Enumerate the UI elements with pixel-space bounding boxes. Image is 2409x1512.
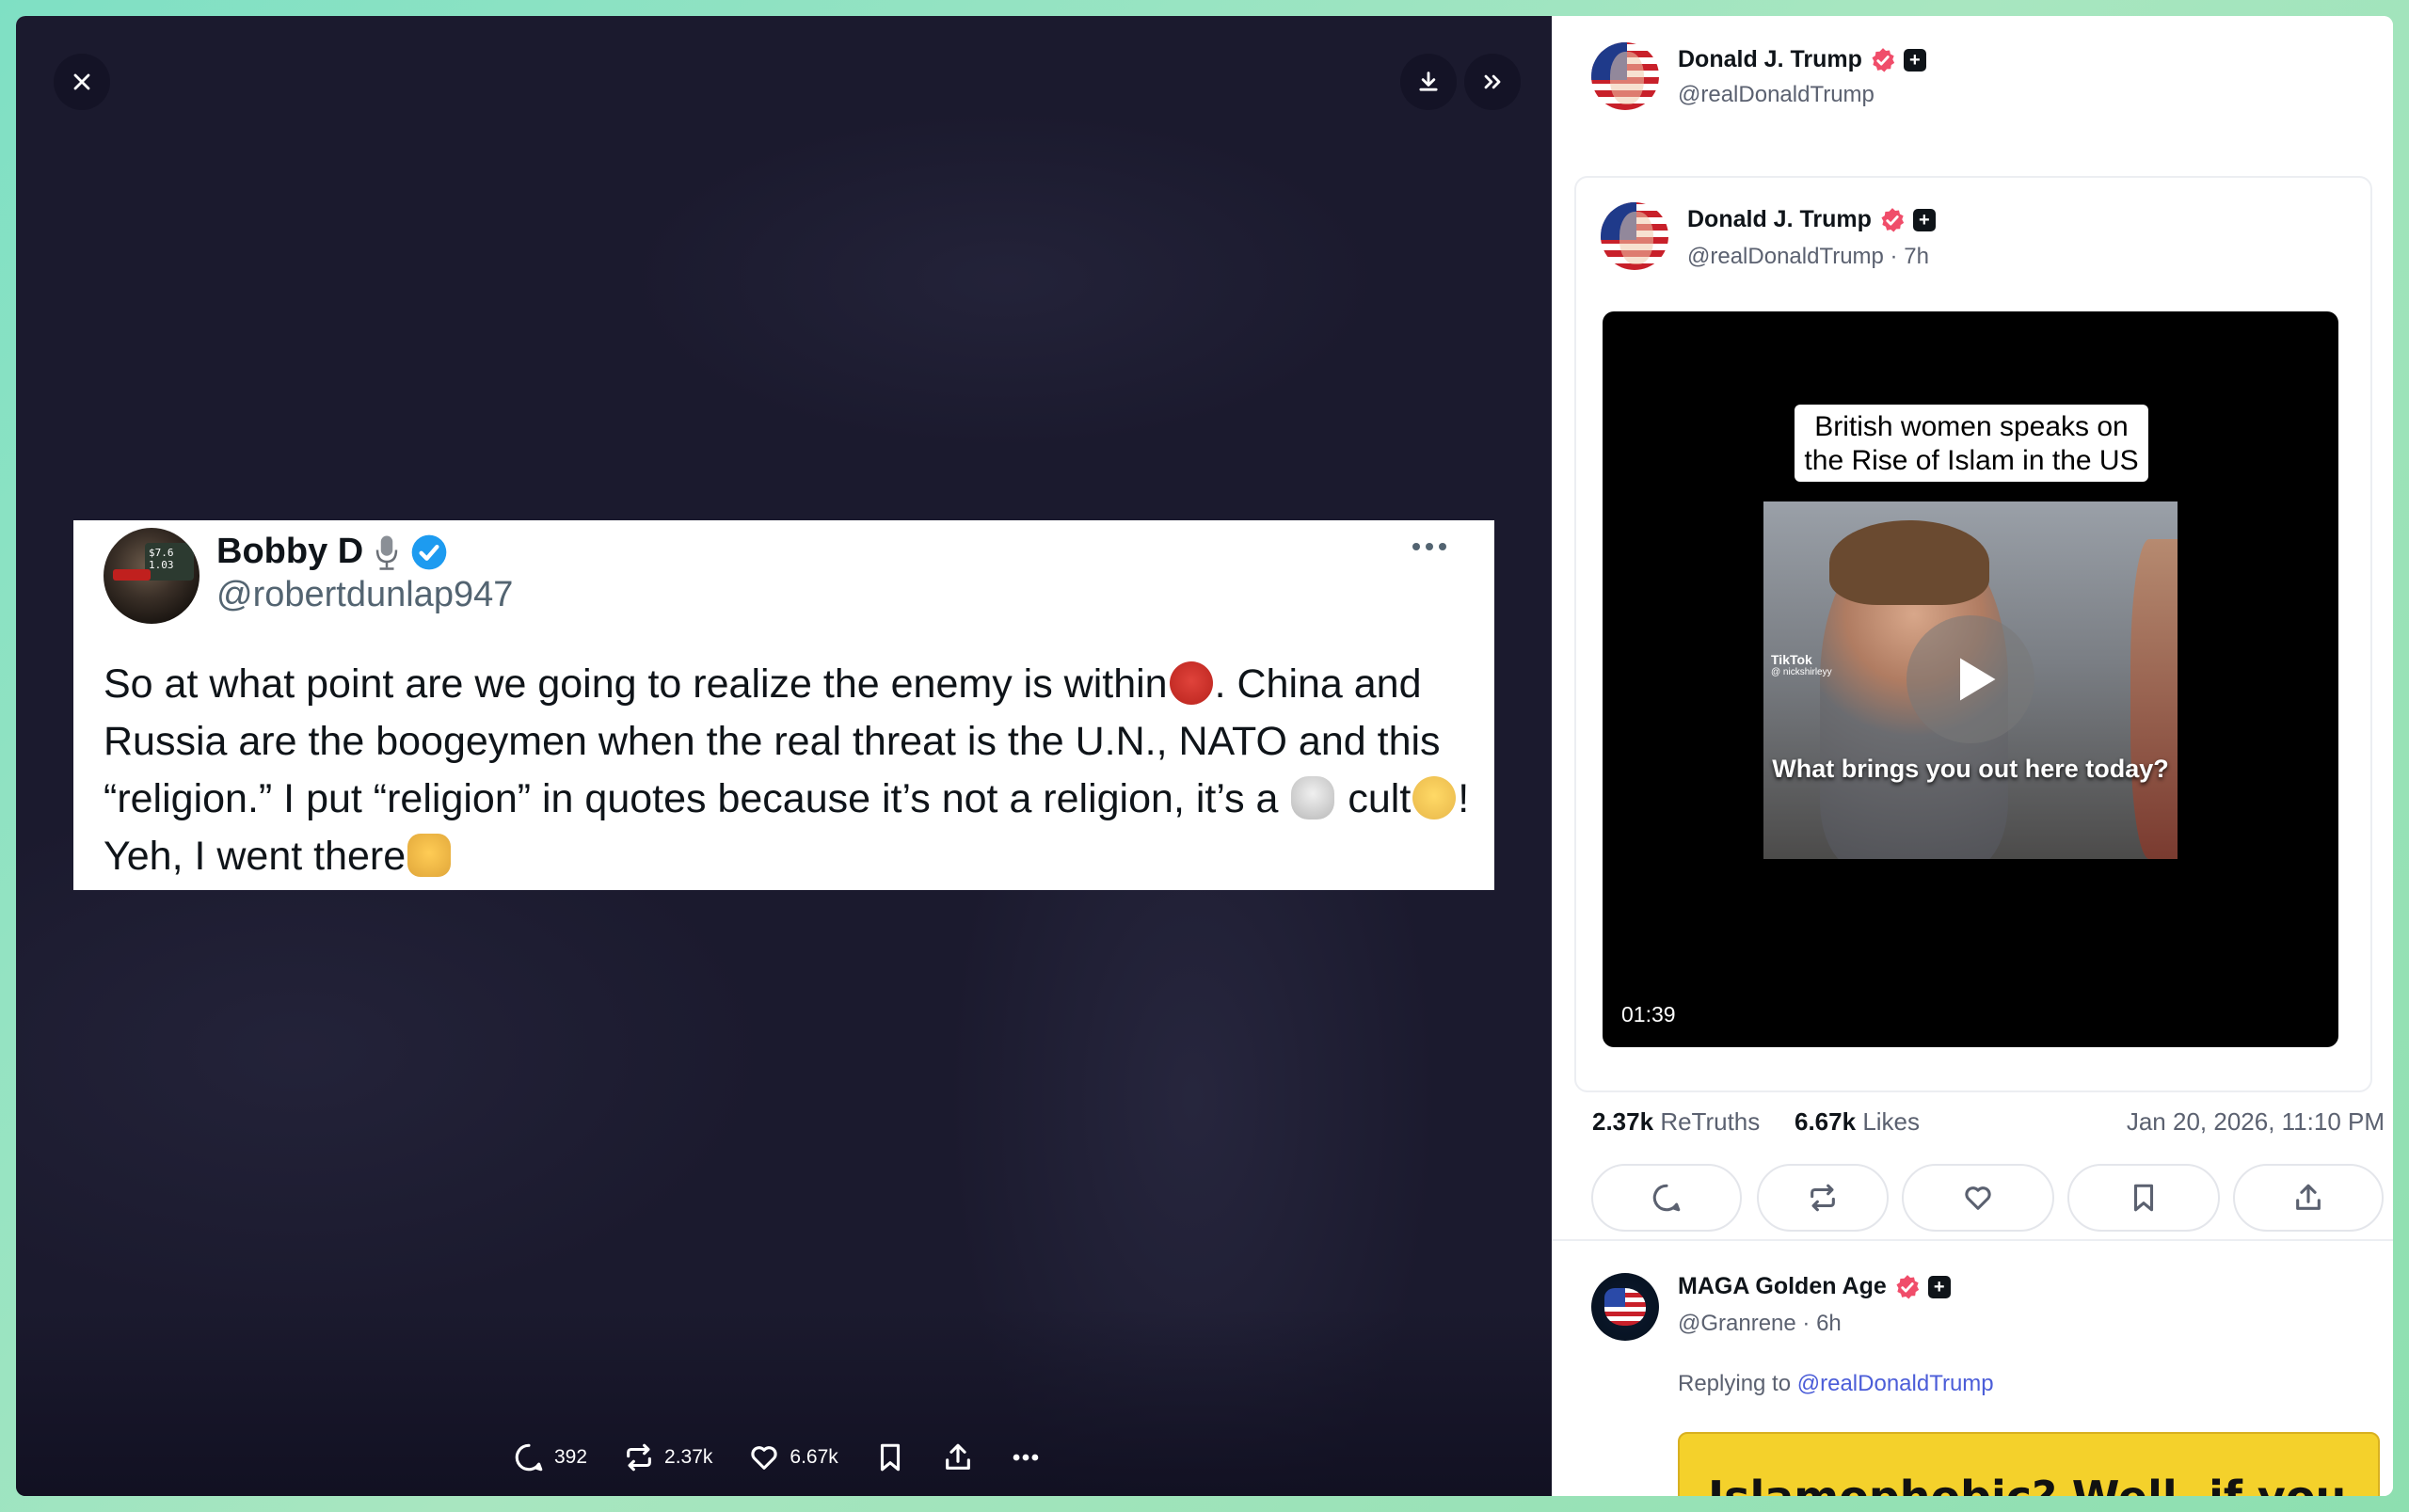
more-options-icon <box>1406 530 1453 564</box>
close-button[interactable] <box>54 54 110 110</box>
retruths-stat[interactable]: 2.37k ReTruths <box>1592 1107 1760 1137</box>
heart-icon <box>751 1446 778 1470</box>
retruths-count: 2.37k <box>1592 1107 1654 1136</box>
post-card: Donald J. Trump + @realDonaldTrump · 7h … <box>1574 176 2372 1092</box>
like-button[interactable] <box>1902 1164 2054 1232</box>
app-frame: $7.6 1.03 Bobby D @robertdunlap947 So at <box>16 16 2393 1496</box>
close-icon <box>73 73 90 90</box>
share-button[interactable] <box>2233 1164 2384 1232</box>
quote-author-name: Bobby D <box>216 532 448 572</box>
retruth-count: 2.37k <box>664 1446 713 1468</box>
tiktok-watermark: TikTok @ nickshirleyy <box>1771 652 1832 677</box>
quote-body: So at what point are we going to realize… <box>104 656 1477 885</box>
like-button[interactable]: 6.67k <box>748 1441 838 1473</box>
post-date: Jan 20, 2026, 11:10 PM <box>2126 1107 2385 1136</box>
quote-author-handle: @robertdunlap947 <box>216 575 514 614</box>
like-count: 6.67k <box>790 1446 838 1468</box>
replying-to-link[interactable]: @realDonaldTrump <box>1797 1371 1994 1396</box>
post-detail-panel: Donald J. Trump + @realDonaldTrump Donal… <box>1552 16 2393 1496</box>
more-button[interactable] <box>1010 1441 1042 1473</box>
post-stats: 2.37k ReTruths 6.67k Likes Jan 20, 2026,… <box>1592 1107 2385 1138</box>
bookmark-icon <box>2133 1184 2154 1212</box>
header-author-handle: @realDonaldTrump <box>1678 82 1875 107</box>
likes-stat[interactable]: 6.67k Likes <box>1795 1107 1920 1137</box>
reply-author-name[interactable]: MAGA Golden Age + <box>1678 1273 1951 1300</box>
comment-icon <box>515 1443 543 1472</box>
reply-button[interactable] <box>1591 1164 1742 1232</box>
header-author-name[interactable]: Donald J. Trump + <box>1678 46 1926 73</box>
post-author-name-text: Donald J. Trump <box>1687 206 1872 232</box>
avatar[interactable] <box>1601 202 1668 270</box>
share-button[interactable] <box>942 1441 974 1473</box>
avatar: $7.6 1.03 <box>104 528 199 624</box>
collapse-panel-button[interactable] <box>1464 54 1521 110</box>
share-icon <box>2296 1184 2321 1210</box>
tiktok-watermark-handle: @ nickshirleyy <box>1771 667 1832 677</box>
avatar-glasses <box>113 569 151 581</box>
verified-badge-icon <box>1896 1274 1919 1298</box>
reply-media-text: Islamophobic? Well, if you <box>1708 1472 2346 1496</box>
quote-author-name-text: Bobby D <box>216 532 364 571</box>
plus-badge-icon: + <box>1903 48 1926 72</box>
reply-button[interactable]: 392 <box>513 1441 587 1473</box>
avatar[interactable] <box>1591 1273 1659 1341</box>
replying-to-prefix: Replying to <box>1678 1371 1797 1396</box>
reply-author-name-text: MAGA Golden Age <box>1678 1273 1887 1299</box>
quoted-post-image[interactable]: $7.6 1.03 Bobby D @robertdunlap947 So at <box>73 520 1494 890</box>
angry-face-emoji-icon <box>1169 661 1213 705</box>
retruth-button[interactable]: 2.37k <box>623 1441 712 1473</box>
post-author-name[interactable]: Donald J. Trump + <box>1687 206 1936 233</box>
video-duration: 01:39 <box>1621 1002 1676 1027</box>
download-icon <box>1419 72 1438 91</box>
verified-badge-icon <box>1881 207 1904 231</box>
author-name-text: Donald J. Trump <box>1678 46 1862 72</box>
skull-crossbones-emoji-icon <box>1291 776 1335 820</box>
post-author-handle-time: @realDonaldTrump · 7h <box>1687 244 1929 269</box>
chevrons-right-icon <box>1484 74 1501 89</box>
play-button[interactable] <box>1906 615 2034 743</box>
likes-count: 6.67k <box>1795 1107 1857 1136</box>
quote-text-part3: cult <box>1336 776 1412 821</box>
likes-label: Likes <box>1862 1107 1921 1136</box>
heart-icon <box>1965 1186 1991 1210</box>
microphone-icon <box>375 535 398 570</box>
more-horizontal-icon <box>1013 1454 1039 1461</box>
reply-author-handle-time: @Granrene · 6h <box>1678 1311 1842 1336</box>
avatar[interactable] <box>1591 42 1659 110</box>
repost-icon <box>627 1443 651 1472</box>
share-icon <box>945 1443 970 1470</box>
replying-to: Replying to @realDonaldTrump <box>1678 1371 1994 1397</box>
video-caption: British women speaks on the Rise of Isla… <box>1795 405 2148 482</box>
quote-text-part1: So at what point are we going to realize… <box>104 661 1168 707</box>
viewer-action-bar: 392 2.37k 6.67k <box>513 1437 1077 1478</box>
retruth-button[interactable] <box>1757 1164 1889 1232</box>
bookmark-button[interactable] <box>874 1441 906 1473</box>
verified-badge-icon <box>1872 47 1894 72</box>
media-viewer: $7.6 1.03 Bobby D @robertdunlap947 So at <box>16 16 1552 1496</box>
retruths-label: ReTruths <box>1660 1107 1761 1136</box>
face-emoji-icon <box>1412 776 1457 820</box>
repost-icon <box>1811 1184 1835 1212</box>
play-icon <box>1960 658 1996 701</box>
tiktok-watermark-label: TikTok <box>1771 652 1812 667</box>
reply-count: 392 <box>554 1446 588 1468</box>
plus-badge-icon: + <box>1912 208 1936 231</box>
comment-icon <box>1652 1184 1681 1212</box>
verified-badge-icon <box>411 534 447 569</box>
video-subtitle: What brings you out here today? <box>1772 755 2169 783</box>
avatar-sign: $7.6 1.03 <box>145 543 194 581</box>
fist-emoji-icon <box>407 834 452 877</box>
plus-badge-icon: + <box>1927 1275 1951 1298</box>
bookmark-icon <box>880 1443 900 1472</box>
reply-media-image[interactable]: Islamophobic? Well, if you <box>1678 1432 2380 1496</box>
download-button[interactable] <box>1400 54 1457 110</box>
video-player[interactable]: British women speaks on the Rise of Isla… <box>1603 311 2338 1047</box>
divider <box>1552 1239 2393 1241</box>
bookmark-button[interactable] <box>2067 1164 2220 1232</box>
